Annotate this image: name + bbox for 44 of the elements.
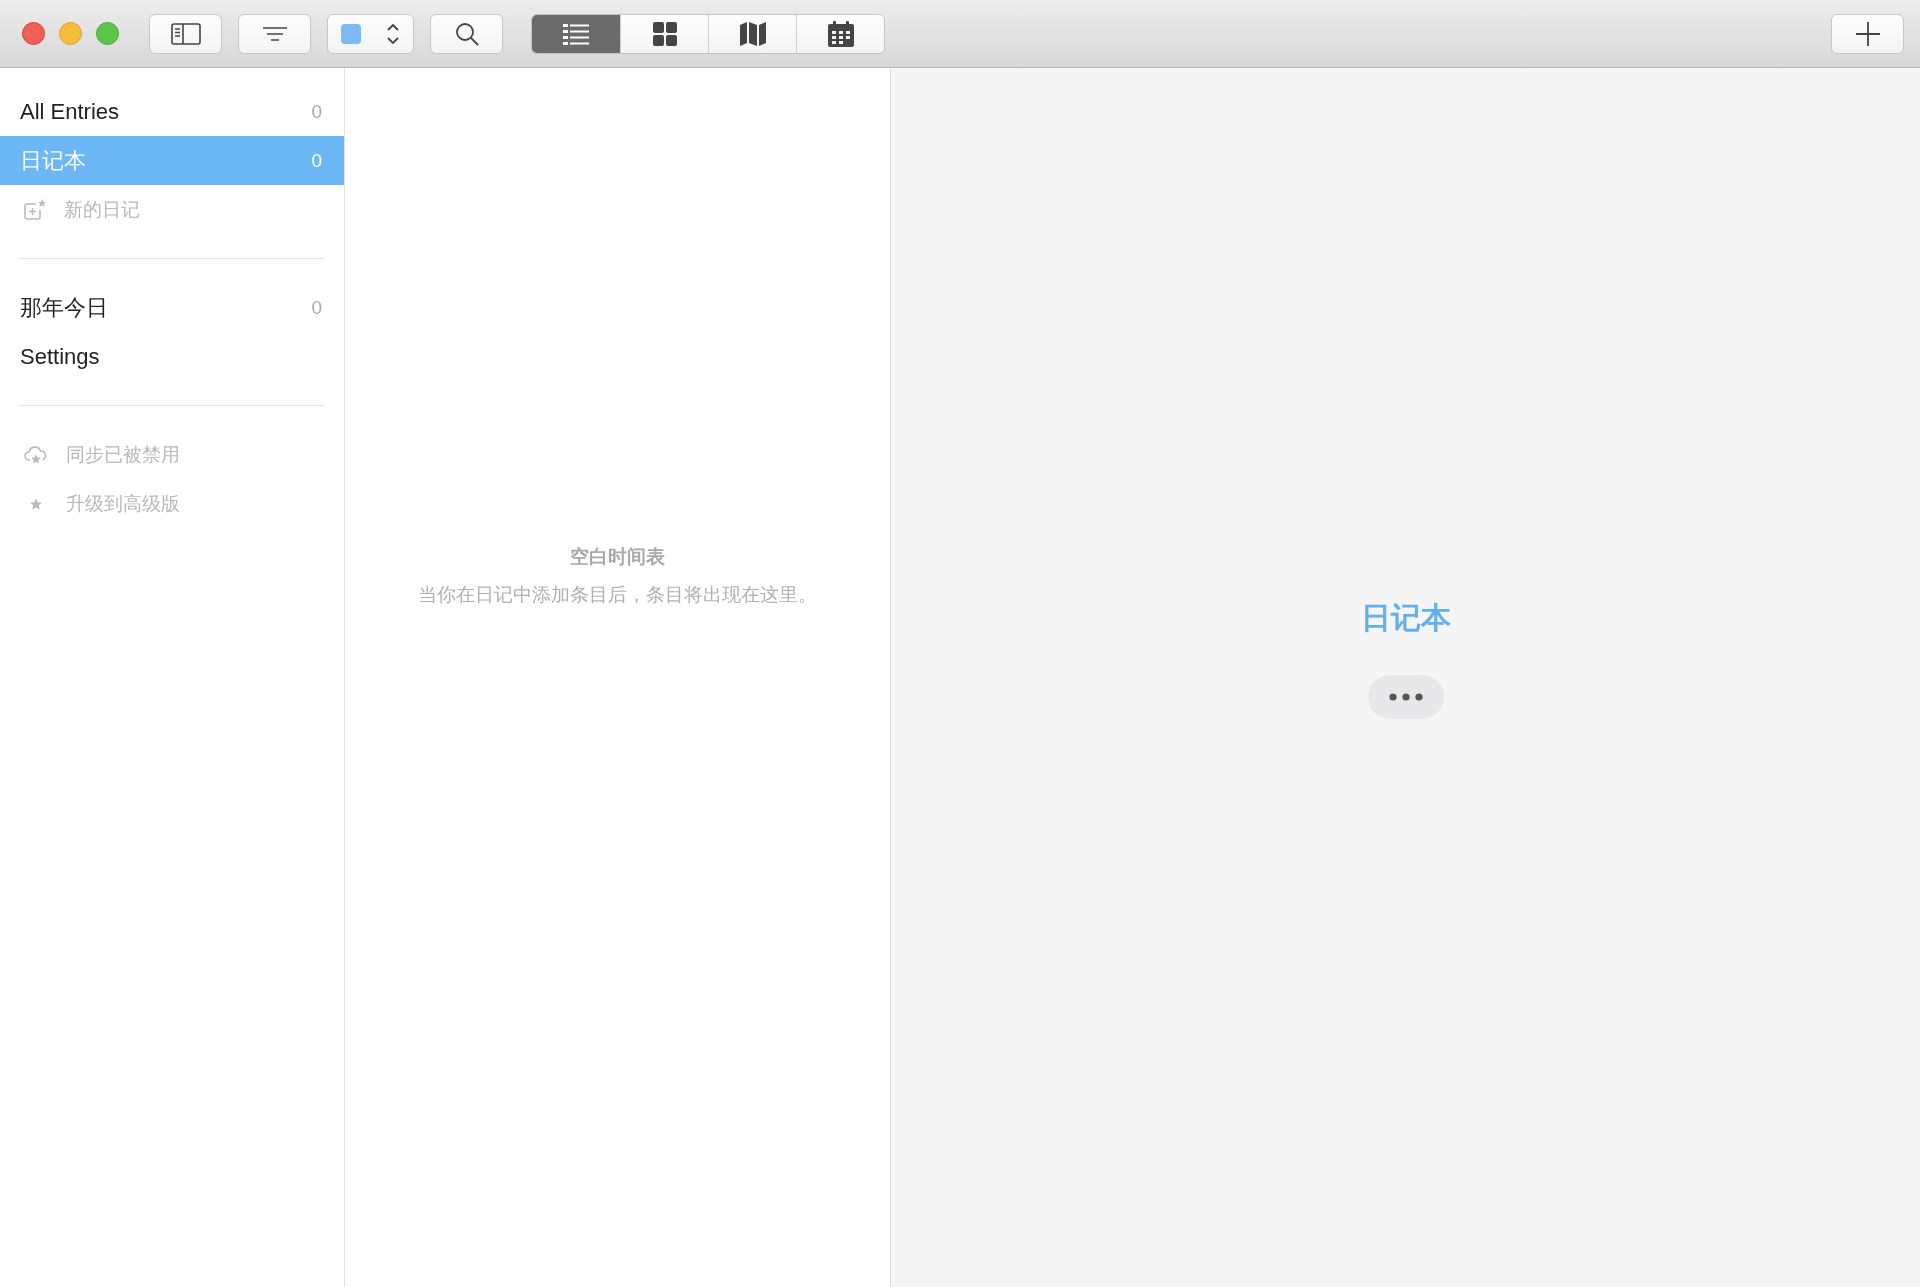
- sidebar-item[interactable]: 日记本 0: [0, 136, 344, 185]
- sidebar-item-label: All Entries: [20, 98, 121, 125]
- add-journal-icon: [24, 198, 46, 221]
- sidebar-toggle-button[interactable]: [149, 13, 222, 54]
- list-icon: [563, 22, 589, 45]
- view-tab[interactable]: [796, 14, 884, 53]
- entry-count: 0: [311, 149, 322, 172]
- sidebar-action[interactable]: 同步已被禁用: [0, 430, 344, 479]
- search-icon: [454, 21, 479, 46]
- sidebar-action[interactable]: 新的日记: [0, 185, 344, 234]
- entry-count: 0: [311, 100, 322, 123]
- view-tab[interactable]: [708, 14, 796, 53]
- filter-icon: [261, 25, 288, 42]
- star-icon: [30, 497, 42, 510]
- sidebar-icon: [170, 22, 201, 45]
- map-icon: [739, 21, 766, 46]
- journal-title: 日记本: [1360, 600, 1451, 636]
- view-tab[interactable]: [620, 14, 708, 53]
- view-tab[interactable]: [532, 14, 620, 53]
- search-button[interactable]: [430, 13, 503, 54]
- sidebar-action-label: 新的日记: [64, 197, 140, 222]
- empty-title: 空白时间表: [570, 545, 665, 569]
- color-swatch-icon: [340, 23, 361, 44]
- stepper-chevron-icon: [386, 21, 401, 46]
- more-button[interactable]: [1367, 675, 1444, 719]
- close-button[interactable]: [22, 22, 45, 45]
- sidebar-item-label: 日记本: [20, 146, 87, 175]
- sidebar-item-label: 那年今日: [20, 293, 109, 322]
- sidebar-item-label: Settings: [20, 343, 101, 370]
- sidebar-action-label: 升级到高级版: [66, 491, 180, 516]
- cloud-star-icon: [24, 443, 48, 466]
- sidebar-item[interactable]: All Entries 0: [0, 87, 344, 136]
- filter-button[interactable]: [238, 13, 311, 54]
- sidebar-action-label: 同步已被禁用: [66, 442, 180, 467]
- ellipsis-icon: [1388, 693, 1423, 701]
- plus-icon: [1855, 21, 1880, 46]
- sidebar-item[interactable]: Settings: [0, 332, 344, 381]
- calendar-icon: [827, 20, 854, 47]
- grid-icon: [652, 21, 677, 46]
- entry-count: 0: [311, 296, 322, 319]
- sidebar-item[interactable]: 那年今日 0: [0, 283, 344, 332]
- sidebar-action[interactable]: 升级到高级版: [0, 479, 344, 528]
- add-button[interactable]: [1831, 13, 1904, 54]
- empty-message: 当你在日记中添加条目后，条目将出现在这里。: [418, 583, 817, 607]
